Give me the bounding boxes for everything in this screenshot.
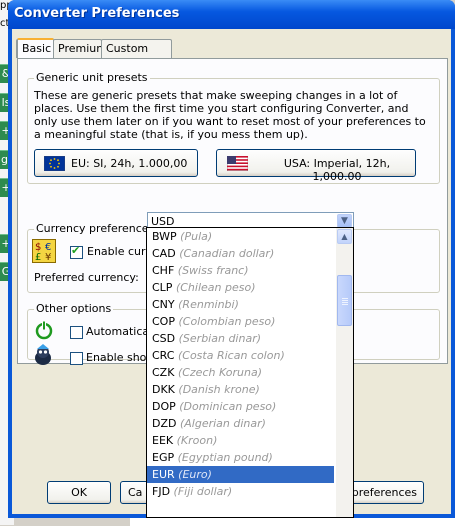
eu-preset-button[interactable]: EU: SI, 24h, 1.000,00	[34, 149, 198, 177]
svg-text:£: £	[35, 252, 41, 263]
preferences-button[interactable]: preferences	[342, 481, 424, 504]
currency-name: (Kroon)	[176, 434, 218, 447]
currency-name: (Czech Koruna)	[177, 366, 263, 379]
chevron-down-icon[interactable]: ▼	[337, 214, 352, 228]
currency-code: CRC	[152, 349, 175, 362]
currency-code: CLP	[152, 281, 173, 294]
tab-premium[interactable]: Premium	[53, 39, 107, 58]
currency-code: EEK	[152, 434, 174, 447]
scrollbar-thumb[interactable]	[337, 275, 352, 326]
currency-code: CNY	[152, 298, 175, 311]
list-scrollbar[interactable]: ▲	[336, 228, 353, 517]
automatically-label: Automaticall	[86, 325, 156, 338]
currency-code: CZK	[152, 366, 175, 379]
currency-code: COP	[152, 315, 175, 328]
currency-option[interactable]: EEK (Kroon)	[147, 432, 334, 449]
usa-preset-button[interactable]: USA: Imperial, 12h, 1,000.00	[216, 149, 416, 183]
currency-option[interactable]: FJD (Fiji dollar)	[147, 483, 334, 500]
generic-presets-legend: Generic unit presets	[34, 71, 150, 84]
currency-option[interactable]: CNY (Renminbi)	[147, 296, 334, 313]
currency-name: (Costa Rican colon)	[177, 349, 285, 362]
currency-name: (Swiss franc)	[177, 264, 249, 277]
currency-code: DOP	[152, 400, 176, 413]
currency-name: (Algerian dinar)	[179, 417, 266, 430]
enable-currency-checkbox[interactable]	[70, 244, 83, 259]
currency-code: CAD	[152, 247, 176, 260]
currency-option[interactable]: COP (Colombian peso)	[147, 313, 334, 330]
svg-text:¥: ¥	[45, 252, 51, 263]
currency-option[interactable]: CAD (Canadian dollar)	[147, 245, 334, 262]
generic-presets-group: Generic unit presets These are generic p…	[27, 71, 440, 184]
currency-name: (Euro)	[178, 468, 212, 481]
window-title: Converter Preferences	[14, 6, 180, 21]
currency-option[interactable]: CSD (Serbian dinar)	[147, 330, 334, 347]
generic-presets-description: These are generic presets that make swee…	[34, 89, 426, 141]
tab-custom-units[interactable]: Custom units	[101, 39, 172, 73]
currency-legend: Currency preferences	[34, 222, 157, 235]
enable-shop-label: Enable shop	[86, 351, 154, 364]
tab-basic[interactable]: Basic	[17, 38, 54, 59]
currency-code: EUR	[152, 468, 175, 481]
currency-name: (Dominican peso)	[179, 400, 277, 413]
currency-code: EGP	[152, 451, 175, 464]
eu-flag-icon	[44, 156, 65, 171]
currency-option[interactable]: DOP (Dominican peso)	[147, 398, 334, 415]
currency-icon: $ € £ ¥	[32, 239, 56, 263]
currency-name: (Serbian dinar)	[178, 332, 262, 345]
currency-option[interactable]: CZK (Czech Koruna)	[147, 364, 334, 381]
currency-code: CHF	[152, 264, 175, 277]
currency-name: (Fiji dollar)	[173, 485, 233, 498]
other-options-legend: Other options	[34, 302, 114, 315]
usa-preset-label: USA: Imperial, 12h, 1,000.00	[283, 157, 391, 183]
currency-dropdown-list: BWP (Pula) CAD (Canadian dollar) CHF (Swis…	[146, 227, 354, 518]
currency-option[interactable]: DZD (Algerian dinar)	[147, 415, 334, 432]
currency-option[interactable]: CLP (Chilean peso)	[147, 279, 334, 296]
currency-name: (Colombian peso)	[178, 315, 276, 328]
currency-code: BWP	[152, 230, 177, 243]
shop-mascot-icon	[35, 344, 51, 365]
currency-option[interactable]: CRC (Costa Rican colon)	[147, 347, 334, 364]
currency-name: (Danish krone)	[178, 383, 260, 396]
currency-name: (Renminbi)	[178, 298, 239, 311]
currency-name: (Pula)	[180, 230, 213, 243]
preferred-currency-label: Preferred currency:	[34, 271, 139, 284]
currency-option[interactable]: DKK (Danish krone)	[147, 381, 334, 398]
currency-name: (Chilean peso)	[175, 281, 256, 294]
usa-flag-icon	[227, 156, 248, 171]
ok-button[interactable]: OK	[47, 481, 111, 504]
currency-code: CSD	[152, 332, 176, 345]
currency-code: DZD	[152, 417, 177, 430]
currency-code: DKK	[152, 383, 175, 396]
automatically-checkbox[interactable]	[70, 326, 83, 339]
currency-option[interactable]: EUR (Euro)	[147, 466, 334, 483]
scroll-up-icon[interactable]: ▲	[337, 229, 352, 244]
eu-preset-label: EU: SI, 24h, 1.000,00	[71, 157, 188, 170]
currency-code: FJD	[152, 485, 171, 498]
currency-option[interactable]: CHF (Swiss franc)	[147, 262, 334, 279]
power-icon	[35, 320, 53, 340]
currency-name: (Canadian dollar)	[179, 247, 275, 260]
enable-shop-checkbox[interactable]	[70, 352, 83, 365]
currency-option[interactable]: BWP (Pula)	[147, 228, 334, 245]
currency-option[interactable]: EGP (Egyptian pound)	[147, 449, 334, 466]
title-bar[interactable]: Converter Preferences	[8, 0, 455, 29]
currency-name: (Egyptian pound)	[177, 451, 273, 464]
